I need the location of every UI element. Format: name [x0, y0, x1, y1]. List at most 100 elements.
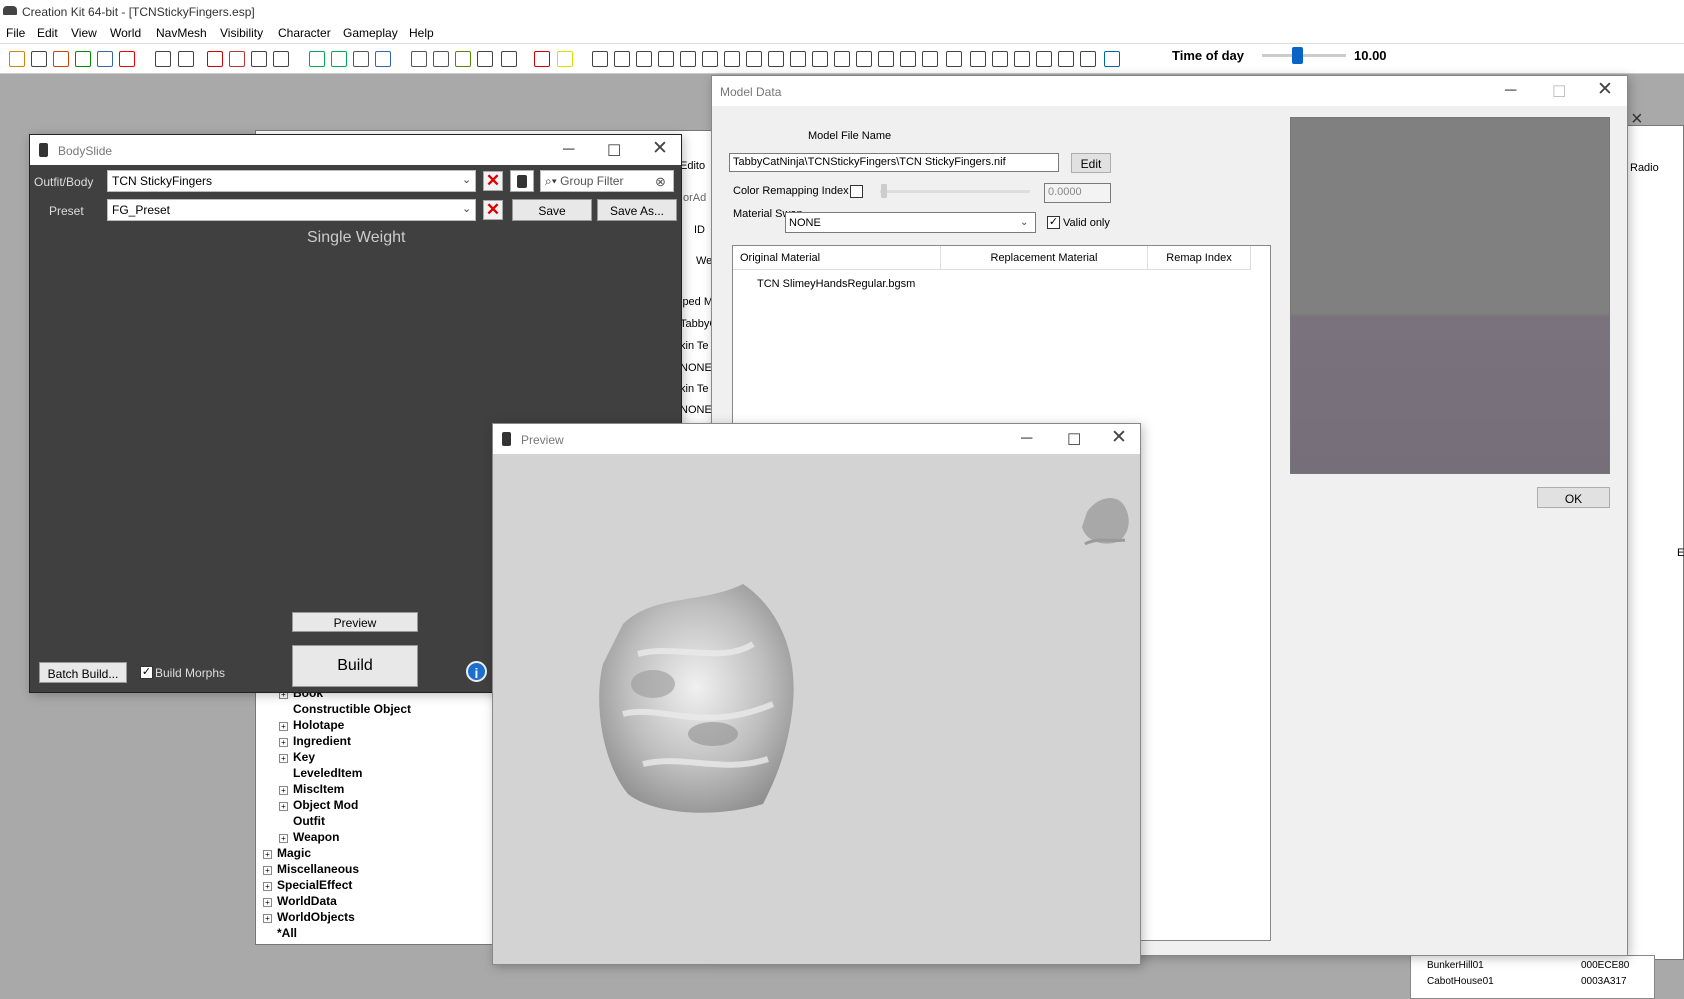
time-of-day-slider[interactable]	[1262, 54, 1346, 57]
toolbar-tool-icon[interactable]	[856, 51, 872, 67]
toolbar-tool-icon[interactable]	[53, 51, 69, 67]
valid-only-checkbox[interactable]: ✓	[1047, 216, 1060, 229]
chevron-down-icon[interactable]: ⌄	[1020, 217, 1028, 228]
menu-visibility[interactable]: Visibility	[220, 26, 263, 40]
toolbar-tool-icon[interactable]	[768, 51, 784, 67]
close-icon[interactable]: ✕	[1111, 426, 1127, 449]
info-icon[interactable]: i	[466, 661, 487, 682]
menu-view[interactable]: View	[71, 26, 97, 40]
toolbar-tool-icon[interactable]	[75, 51, 91, 67]
cell-id[interactable]: 0003A317	[1581, 976, 1627, 987]
tree-item[interactable]: Ingredient	[293, 734, 351, 748]
cell-name[interactable]: BunkerHill01	[1427, 960, 1484, 971]
maximize-icon[interactable]: ☐	[1067, 430, 1081, 450]
chevron-down-icon[interactable]: ⌄	[462, 173, 471, 186]
toolbar-tool-icon[interactable]	[1014, 51, 1030, 67]
color-remap-slider-thumb[interactable]	[881, 184, 887, 198]
toolbar-tool-icon[interactable]	[614, 51, 630, 67]
expand-icon[interactable]: +	[279, 834, 288, 843]
model-preview-viewport[interactable]	[1290, 117, 1610, 474]
expand-icon[interactable]: +	[263, 898, 272, 907]
color-remap-checkbox[interactable]	[850, 185, 863, 198]
tree-item[interactable]: Key	[293, 750, 315, 764]
toolbar-tool-icon[interactable]	[353, 51, 369, 67]
toolbar-tool-icon[interactable]	[878, 51, 894, 67]
toolbar-tool-icon[interactable]	[790, 51, 806, 67]
toolbar-tool-icon[interactable]	[375, 51, 391, 67]
toolbar-tool-icon[interactable]	[946, 51, 962, 67]
expand-icon[interactable]: +	[279, 802, 288, 811]
tree-item[interactable]: Constructible Object	[293, 702, 411, 716]
menu-file[interactable]: File	[6, 26, 25, 40]
toolbar-tool-icon[interactable]	[207, 51, 223, 67]
clear-filter-icon[interactable]: ⊗	[655, 174, 666, 190]
group-filter-input[interactable]: ⌕▾ Group Filter ⊗	[540, 170, 674, 192]
toolbar-tool-icon[interactable]	[922, 51, 938, 67]
toolbar-tool-icon[interactable]	[411, 51, 427, 67]
build-morphs-checkbox[interactable]: ✓	[140, 666, 153, 679]
save-button[interactable]: Save	[512, 199, 592, 221]
toolbar-tool-icon[interactable]	[331, 51, 347, 67]
toolbar-tool-icon[interactable]	[992, 51, 1008, 67]
expand-icon[interactable]: +	[279, 738, 288, 747]
color-remap-slider[interactable]	[880, 190, 1030, 193]
tree-item[interactable]: WorldData	[277, 894, 337, 908]
model-file-name-field[interactable]: TabbyCatNinja\TCNStickyFingers\TCN Stick…	[729, 153, 1059, 172]
material-swap-select[interactable]: NONE	[785, 212, 1036, 233]
expand-icon[interactable]: +	[263, 882, 272, 891]
toolbar-tool-icon[interactable]	[834, 51, 850, 67]
toolbar-tool-icon[interactable]	[702, 51, 718, 67]
close-icon[interactable]: ✕	[1597, 78, 1613, 101]
maximize-icon[interactable]: ☐	[607, 141, 621, 161]
toolbar-tool-icon[interactable]	[680, 51, 696, 67]
minimize-icon[interactable]: ─	[1021, 430, 1032, 448]
expand-icon[interactable]: +	[279, 786, 288, 795]
toolbar-tool-icon[interactable]	[658, 51, 674, 67]
toolbar-tool-icon[interactable]	[155, 51, 171, 67]
edit-button[interactable]: Edit	[1071, 153, 1111, 173]
tree-item[interactable]: Outfit	[293, 814, 325, 828]
toolbar-tool-icon[interactable]	[724, 51, 740, 67]
toolbar-tool-icon[interactable]	[557, 51, 573, 67]
color-remap-value[interactable]: 0.0000	[1044, 183, 1111, 203]
preview-mesh[interactable]	[583, 584, 813, 824]
tree-item[interactable]: Object Mod	[293, 798, 358, 812]
toolbar-tool-icon[interactable]	[9, 51, 25, 67]
toolbar-tool-icon[interactable]	[746, 51, 762, 67]
toolbar-tool-icon[interactable]	[1104, 51, 1120, 67]
save-as-button[interactable]: Save As...	[597, 199, 677, 221]
tree-item[interactable]: Magic	[277, 846, 311, 860]
time-of-day-slider-thumb[interactable]	[1292, 47, 1304, 64]
minimize-icon[interactable]: ─	[563, 141, 574, 159]
toolbar-tool-icon[interactable]	[501, 51, 517, 67]
menu-character[interactable]: Character	[278, 26, 331, 40]
cell-id[interactable]: 000ECE80	[1581, 960, 1629, 971]
expand-icon[interactable]: +	[279, 722, 288, 731]
menu-navmesh[interactable]: NavMesh	[156, 26, 207, 40]
clear-preset-button[interactable]: ✕	[483, 200, 503, 220]
toolbar-tool-icon[interactable]	[119, 51, 135, 67]
close-icon[interactable]: ×	[1631, 108, 1643, 131]
toolbar-tool-icon[interactable]	[477, 51, 493, 67]
toolbar-tool-icon[interactable]	[1080, 51, 1096, 67]
table-header-remap[interactable]: Remap Index	[1148, 246, 1251, 270]
expand-icon[interactable]: +	[263, 866, 272, 875]
preview-button[interactable]: Preview	[292, 612, 418, 632]
tree-item[interactable]: SpecialEffect	[277, 878, 352, 892]
minimize-icon[interactable]: ─	[1505, 82, 1516, 100]
table-row[interactable]: TCN SlimeyHandsRegular.bgsm	[757, 278, 915, 290]
toolbar-tool-icon[interactable]	[636, 51, 652, 67]
outfit-studio-button[interactable]	[510, 170, 534, 192]
menu-gameplay[interactable]: Gameplay	[343, 26, 398, 40]
toolbar-tool-icon[interactable]	[31, 51, 47, 67]
ok-button[interactable]: OK	[1537, 487, 1610, 508]
cell-name[interactable]: CabotHouse01	[1427, 976, 1494, 987]
expand-icon[interactable]: +	[263, 850, 272, 859]
batch-build-button[interactable]: Batch Build...	[39, 662, 127, 683]
toolbar-tool-icon[interactable]	[229, 51, 245, 67]
toolbar-tool-icon[interactable]	[1036, 51, 1052, 67]
toolbar-tool-icon[interactable]	[534, 51, 550, 67]
toolbar-tool-icon[interactable]	[592, 51, 608, 67]
menu-help[interactable]: Help	[409, 26, 434, 40]
preset-select[interactable]: FG_Preset	[107, 199, 476, 221]
